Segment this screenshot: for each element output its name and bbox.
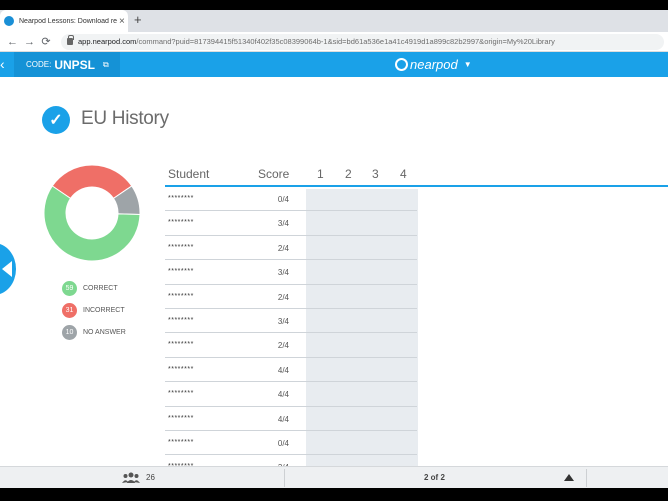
column-header-q3[interactable]: 3 [372, 167, 379, 181]
code-value: UNPSL [54, 57, 96, 72]
back-arrow-icon[interactable]: ← [7, 36, 18, 48]
new-tab-button[interactable]: + [134, 12, 142, 27]
correct-label: CORRECT [83, 284, 118, 292]
student-name: ******** [168, 438, 194, 446]
student-score: 4/4 [277, 414, 289, 424]
session-footer: 26 2 of 2 [0, 466, 668, 488]
results-donut-chart [43, 164, 141, 262]
column-header-q1[interactable]: 1 [317, 167, 324, 181]
student-score: 2/4 [277, 292, 289, 302]
nearpod-favicon-icon [4, 16, 14, 26]
student-results-table: Student Score 1 2 3 4 ******** 0/4 *******… [165, 163, 668, 466]
student-score: 4/4 [277, 365, 289, 375]
reload-icon[interactable]: ⟳ [41, 35, 51, 48]
student-score: 3/4 [277, 219, 289, 229]
browser-address-bar: ← → ⟳ app.nearpod.com /command?puid=8173… [0, 32, 668, 52]
report-page: ✓ EU History 59 CORRECT 31 INCORRECT 10 … [0, 77, 668, 466]
external-link-icon[interactable]: ⧉ [103, 60, 109, 70]
table-body: ******** 0/4 ******** 3/4 ******** 2/4 *******… [165, 187, 668, 466]
footer-divider [284, 469, 285, 487]
table-row[interactable]: ******** 2/4 [165, 333, 668, 358]
checkmark-icon: ✓ [42, 106, 70, 134]
slide-pager: 2 of 2 [424, 473, 445, 482]
tab-title: Nearpod Lessons: Download rea... [19, 17, 117, 25]
back-chevron-icon[interactable]: ‹ [0, 56, 5, 72]
participants-icon[interactable] [122, 472, 140, 484]
no-answer-count-badge: 10 [62, 324, 77, 340]
results-legend: 59 CORRECT 31 INCORRECT 10 NO ANSWER [62, 277, 126, 343]
browser-tab[interactable]: Nearpod Lessons: Download rea... × [0, 10, 128, 32]
participants-count: 26 [146, 473, 155, 482]
lock-icon [67, 35, 74, 45]
session-code[interactable]: CODE: UNPSL ⧉ [14, 52, 120, 77]
column-header-q2[interactable]: 2 [345, 167, 352, 181]
correct-count-badge: 59 [62, 280, 77, 296]
column-header-score[interactable]: Score [258, 167, 289, 181]
caret-down-icon: ▼ [463, 60, 472, 69]
app-header: ‹ CODE: UNPSL ⧉ nearpod ▼ [0, 52, 668, 77]
url-path: /command?puid=817394415f51340f402f35c083… [136, 37, 555, 46]
student-name: ******** [168, 365, 194, 373]
legend-correct: 59 CORRECT [62, 277, 126, 299]
no-answer-label: NO ANSWER [83, 328, 126, 336]
browser-tab-bar: Nearpod Lessons: Download rea... × + [0, 10, 668, 32]
table-row[interactable]: ******** 2/4 [165, 236, 668, 261]
previous-slide-button[interactable] [0, 243, 16, 295]
table-row[interactable]: ******** 0/4 [165, 187, 668, 212]
table-row[interactable]: ******** 3/4 [165, 211, 668, 236]
table-row[interactable]: ******** 3/4 [165, 309, 668, 334]
footer-divider [586, 469, 587, 487]
forward-arrow-icon[interactable]: → [24, 36, 35, 48]
student-name: ******** [168, 268, 194, 276]
table-row[interactable]: ******** 2/4 [165, 285, 668, 309]
table-row[interactable]: ******** 4/4 [165, 382, 668, 407]
tab-close-icon[interactable]: × [119, 16, 125, 27]
student-score: 2/4 [277, 243, 289, 253]
student-name: ******** [168, 316, 194, 324]
code-label: CODE: [26, 60, 52, 69]
student-name: ******** [168, 390, 194, 398]
student-score: 3/4 [277, 316, 289, 326]
student-score: 4/4 [277, 390, 289, 400]
student-name: ******** [168, 195, 194, 202]
table-row[interactable]: ********3/4 [165, 455, 668, 466]
table-row[interactable]: ******** 4/4 [165, 358, 668, 383]
donut-slice-incorrect [51, 164, 133, 200]
table-row[interactable]: ******** 4/4 [165, 407, 668, 431]
url-input[interactable]: app.nearpod.com /command?puid=817394415f… [61, 33, 664, 50]
legend-no-answer: 10 NO ANSWER [62, 321, 126, 343]
page-title: EU History [81, 108, 169, 129]
table-row[interactable]: ******** 0/4 [165, 431, 668, 456]
table-row[interactable]: ******** 3/4 [165, 260, 668, 285]
student-name: ******** [168, 414, 194, 422]
incorrect-count-badge: 31 [62, 302, 77, 318]
caret-up-icon[interactable] [564, 474, 574, 481]
student-score: 3/4 [277, 268, 289, 278]
student-score: 0/4 [277, 195, 289, 204]
brand-menu[interactable]: nearpod ▼ [395, 57, 472, 72]
brand-name: nearpod [410, 57, 458, 72]
legend-incorrect: 31 INCORRECT [62, 299, 126, 321]
student-name: ******** [168, 219, 194, 227]
url-host: app.nearpod.com [78, 37, 137, 46]
student-score: 0/4 [277, 438, 289, 448]
column-header-q4[interactable]: 4 [400, 167, 407, 181]
student-score: 2/4 [277, 341, 289, 351]
student-name: ******** [168, 341, 194, 349]
student-name: ******** [168, 243, 194, 251]
student-name: ******** [168, 292, 194, 300]
table-header: Student Score 1 2 3 4 [165, 163, 668, 187]
incorrect-label: INCORRECT [83, 306, 125, 314]
column-header-student[interactable]: Student [168, 167, 209, 181]
nearpod-logo-icon [395, 58, 408, 71]
